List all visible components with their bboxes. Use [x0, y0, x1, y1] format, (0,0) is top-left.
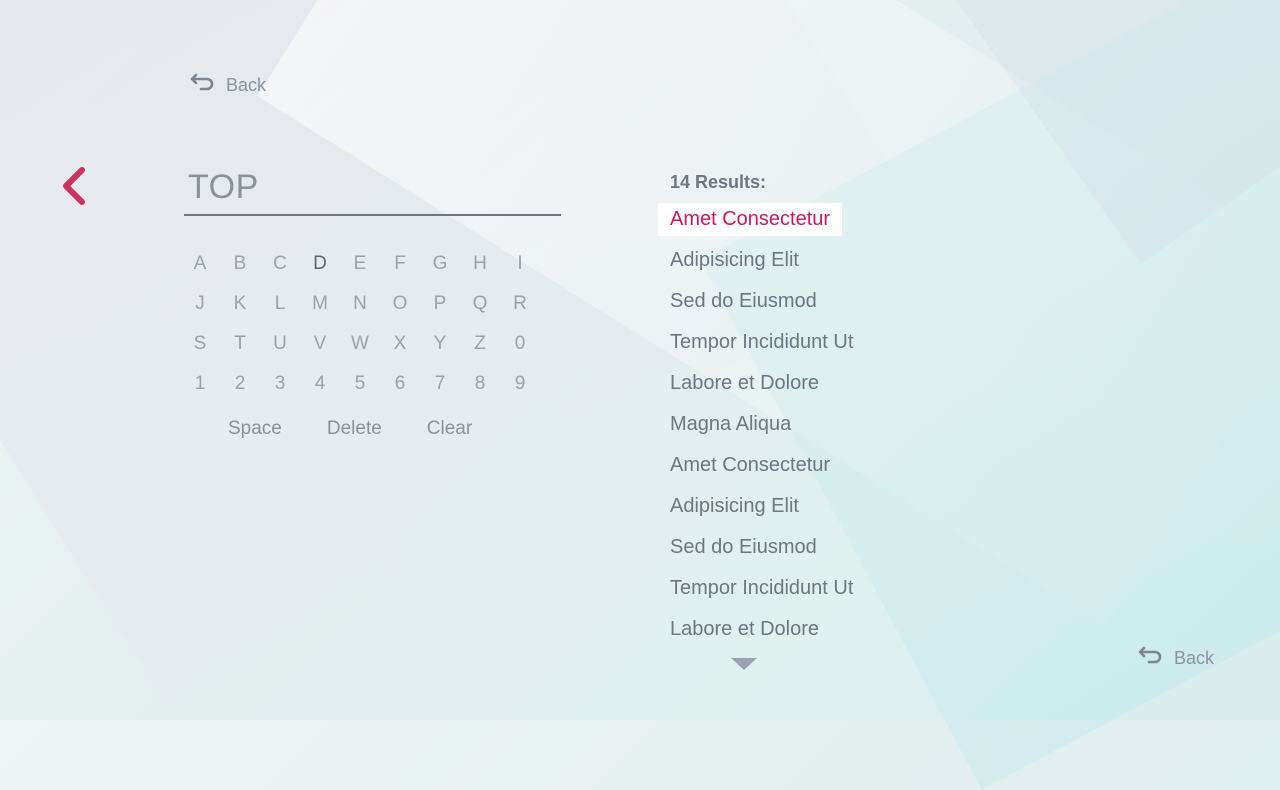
keyboard-row: ABCDEFGHI	[180, 244, 540, 284]
clear-button[interactable]: Clear	[427, 418, 472, 440]
key-i[interactable]: I	[500, 253, 540, 275]
result-item: Labore et Dolore	[658, 367, 865, 408]
keyboard-row: JKLMNOPQR	[180, 284, 540, 324]
key-x[interactable]: X	[380, 333, 420, 355]
key-7[interactable]: 7	[420, 373, 460, 395]
keyboard-row: 123456789	[180, 364, 540, 404]
key-0[interactable]: 0	[500, 333, 540, 355]
key-2[interactable]: 2	[220, 373, 260, 395]
result-item-label[interactable]: Tempor Incididunt Ut	[658, 326, 865, 359]
key-p[interactable]: P	[420, 293, 460, 315]
background-band	[900, 0, 1280, 265]
key-r[interactable]: R	[500, 293, 540, 315]
result-item: Sed do Eiusmod	[658, 531, 865, 572]
delete-button[interactable]: Delete	[327, 418, 382, 440]
key-4[interactable]: 4	[300, 373, 340, 395]
back-button-bottom[interactable]: Back	[1138, 645, 1214, 672]
result-item: Sed do Eiusmod	[658, 285, 865, 326]
results-count: 14 Results:	[670, 172, 767, 192]
key-q[interactable]: Q	[460, 293, 500, 315]
key-9[interactable]: 9	[500, 373, 540, 395]
key-n[interactable]: N	[340, 293, 380, 315]
chevron-left-icon[interactable]	[58, 166, 88, 206]
result-item-label[interactable]: Labore et Dolore	[658, 367, 831, 400]
back-arrow-icon	[1138, 645, 1164, 672]
result-item-label[interactable]: Adipisicing Elit	[658, 244, 811, 277]
key-1[interactable]: 1	[180, 373, 220, 395]
result-item: Amet Consectetur	[658, 449, 865, 490]
result-item: Labore et Dolore	[658, 613, 865, 654]
key-d[interactable]: D	[300, 253, 340, 275]
result-item: Tempor Incididunt Ut	[658, 326, 865, 367]
key-c[interactable]: C	[260, 253, 300, 275]
key-j[interactable]: J	[180, 293, 220, 315]
key-w[interactable]: W	[340, 333, 380, 355]
result-item-label[interactable]: Sed do Eiusmod	[658, 285, 829, 318]
key-o[interactable]: O	[380, 293, 420, 315]
key-8[interactable]: 8	[460, 373, 500, 395]
result-item-label[interactable]: Amet Consectetur	[658, 203, 843, 236]
result-item: Amet Consectetur	[658, 203, 865, 244]
key-y[interactable]: Y	[420, 333, 460, 355]
search-input[interactable]: TOP	[184, 162, 561, 216]
triangle-down-icon[interactable]	[731, 658, 757, 670]
result-item: Adipisicing Elit	[658, 244, 865, 285]
result-item-label[interactable]: Tempor Incididunt Ut	[658, 572, 865, 605]
result-item: Magna Aliqua	[658, 408, 865, 449]
result-item-label[interactable]: Labore et Dolore	[658, 613, 831, 646]
keyboard-actions: Space Delete Clear	[228, 418, 517, 440]
key-3[interactable]: 3	[260, 373, 300, 395]
key-t[interactable]: T	[220, 333, 260, 355]
key-m[interactable]: M	[300, 293, 340, 315]
back-arrow-icon	[190, 72, 216, 99]
back-button-top[interactable]: Back	[190, 72, 266, 99]
result-item-label[interactable]: Amet Consectetur	[658, 449, 842, 482]
keyboard-row: STUVWXYZ0	[180, 324, 540, 364]
results-list: Amet Consectetur Adipisicing Elit Sed do E…	[658, 203, 865, 654]
result-item: Tempor Incididunt Ut	[658, 572, 865, 613]
result-item-label[interactable]: Adipisicing Elit	[658, 490, 811, 523]
key-l[interactable]: L	[260, 293, 300, 315]
onscreen-keyboard: ABCDEFGHIJKLMNOPQRSTUVWXYZ0123456789	[180, 244, 540, 404]
key-f[interactable]: F	[380, 253, 420, 275]
key-5[interactable]: 5	[340, 373, 380, 395]
key-6[interactable]: 6	[380, 373, 420, 395]
result-item: Adipisicing Elit	[658, 490, 865, 531]
back-label: Back	[1174, 648, 1215, 668]
key-g[interactable]: G	[420, 253, 460, 275]
key-z[interactable]: Z	[460, 333, 500, 355]
space-button[interactable]: Space	[228, 418, 282, 440]
key-h[interactable]: H	[460, 253, 500, 275]
key-u[interactable]: U	[260, 333, 300, 355]
result-item-label[interactable]: Sed do Eiusmod	[658, 531, 829, 564]
key-b[interactable]: B	[220, 253, 260, 275]
key-s[interactable]: S	[180, 333, 220, 355]
key-v[interactable]: V	[300, 333, 340, 355]
key-e[interactable]: E	[340, 253, 380, 275]
search-query: TOP	[188, 168, 259, 206]
back-label: Back	[226, 75, 267, 95]
key-k[interactable]: K	[220, 293, 260, 315]
key-a[interactable]: A	[180, 253, 220, 275]
result-item-label[interactable]: Magna Aliqua	[658, 408, 803, 441]
